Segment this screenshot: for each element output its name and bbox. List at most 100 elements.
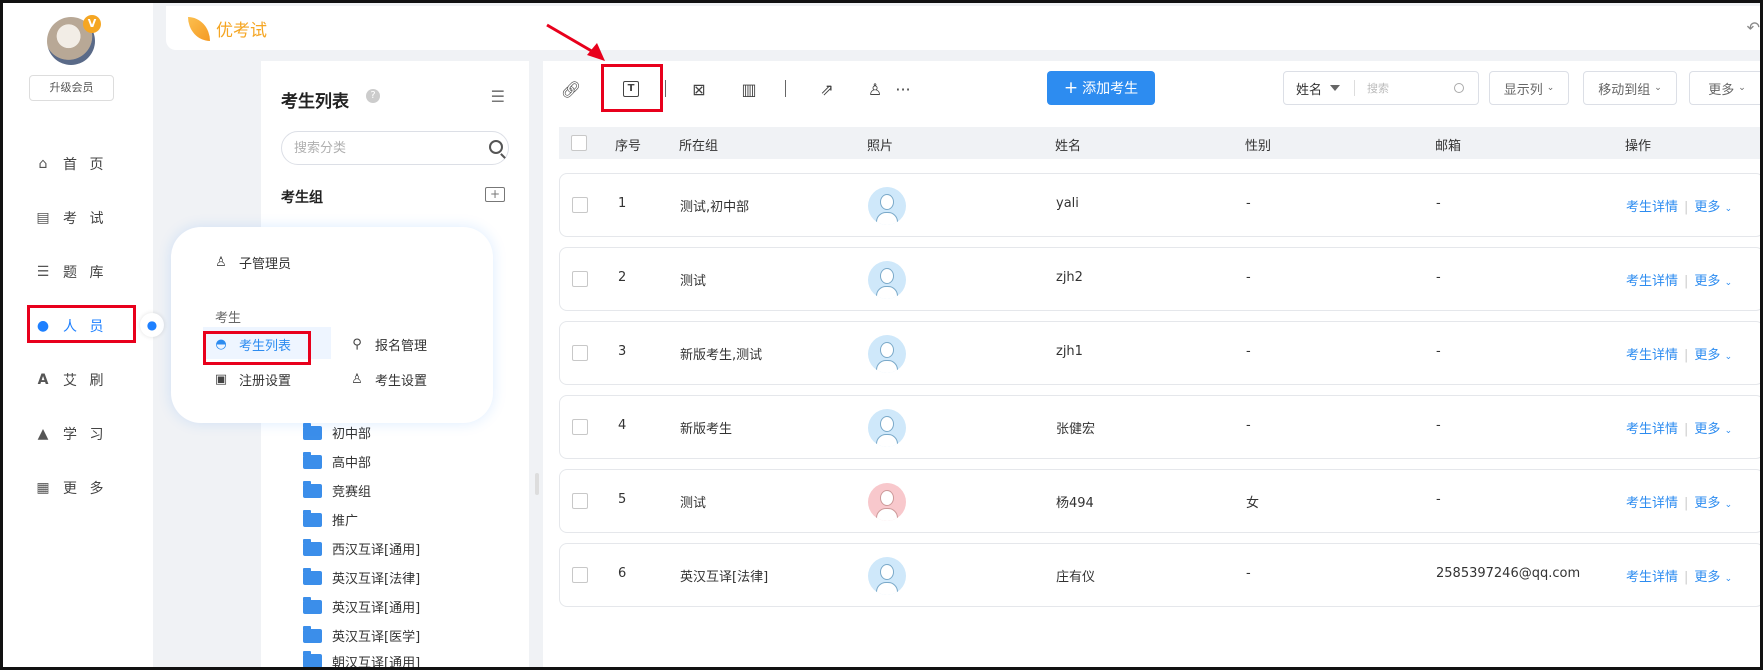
table-row: 5 测试 杨494 女 - 考生详情 | 更多 ⌄ bbox=[559, 469, 1760, 533]
folder-item[interactable]: 英汉互译[通用] bbox=[303, 592, 420, 621]
cell-name: 张健宏 bbox=[1056, 422, 1096, 437]
student-detail-link[interactable]: 考生详情 bbox=[1626, 422, 1678, 437]
bar-chart-icon[interactable]: ▥ bbox=[737, 77, 761, 101]
show-columns-dropdown[interactable]: 显示列 ⌄ bbox=[1489, 71, 1569, 105]
select-all-checkbox[interactable] bbox=[571, 135, 587, 151]
submenu-student-settings[interactable]: ♙ 考生设置 bbox=[349, 370, 427, 389]
submenu-registration-settings[interactable]: ▣ 注册设置 bbox=[213, 370, 291, 389]
student-detail-link[interactable]: 考生详情 bbox=[1626, 348, 1678, 363]
more-actions-link[interactable]: 更多 ⌄ bbox=[1694, 274, 1732, 289]
row-checkbox[interactable] bbox=[572, 271, 588, 287]
apps-icon: ▦ bbox=[36, 480, 50, 496]
submenu-label: 考生设置 bbox=[375, 374, 428, 389]
nav-item-question-bank[interactable]: ☰ 题 库 bbox=[35, 256, 145, 288]
help-icon[interactable]: ? bbox=[366, 89, 380, 103]
link-icon[interactable]: 🔗︎ bbox=[559, 77, 583, 101]
student-search-input[interactable] bbox=[1355, 75, 1445, 101]
folder-item[interactable]: 竞赛组 bbox=[303, 476, 420, 505]
folder-item[interactable]: 英汉互译[法律] bbox=[303, 563, 420, 592]
home-icon: ⌂ bbox=[38, 156, 48, 172]
cell-email: - bbox=[1436, 492, 1441, 507]
folder-item[interactable]: 西汉互译[通用] bbox=[303, 534, 420, 563]
student-photo-avatar bbox=[868, 557, 906, 595]
folder-label: 西汉互译[通用] bbox=[332, 543, 421, 558]
panel-splitter[interactable] bbox=[535, 473, 539, 495]
more-label: 更多 bbox=[1694, 348, 1721, 363]
search-box: 姓名 bbox=[1283, 71, 1479, 105]
cell-group: 新版考生 bbox=[680, 422, 733, 437]
search-icon[interactable] bbox=[489, 140, 503, 154]
chevron-down-icon: ⌄ bbox=[1724, 352, 1733, 362]
folder-icon bbox=[303, 567, 322, 585]
user-search-icon: ⚲ bbox=[352, 337, 362, 352]
folder-icon bbox=[303, 509, 322, 527]
search-icon[interactable] bbox=[1454, 83, 1464, 93]
export-icon[interactable]: ⇗ bbox=[815, 77, 839, 101]
chevron-down-icon: ⌄ bbox=[1654, 83, 1662, 93]
more-dots-icon[interactable]: ··· bbox=[891, 77, 915, 101]
chevron-down-icon: ⌄ bbox=[1724, 574, 1733, 584]
avatar-body bbox=[876, 360, 898, 373]
table-row: 4 新版考生 张健宏 - - 考生详情 | 更多 ⌄ bbox=[559, 395, 1760, 459]
more-dropdown[interactable]: 更多 ⌄ bbox=[1689, 71, 1760, 105]
row-checkbox[interactable] bbox=[572, 197, 588, 213]
nav-item-study[interactable]: ▲ 学 习 bbox=[35, 418, 145, 450]
cell-group: 测试 bbox=[680, 274, 707, 289]
table-row: 1 测试,初中部 yali - - 考生详情 | 更多 ⌄ bbox=[559, 173, 1760, 237]
folder-item[interactable]: 英汉互译[医学] bbox=[303, 621, 420, 650]
cell-email: - bbox=[1436, 418, 1441, 433]
avatar-body bbox=[876, 212, 898, 225]
avatar[interactable]: V bbox=[47, 15, 101, 65]
more-actions-link[interactable]: 更多 ⌄ bbox=[1694, 348, 1732, 363]
folder-icon bbox=[303, 651, 322, 667]
cell-group: 新版考生,测试 bbox=[680, 348, 763, 363]
search-field-select[interactable]: 姓名 bbox=[1284, 79, 1354, 98]
move-to-group-dropdown[interactable]: 移动到组 ⌄ bbox=[1583, 71, 1677, 105]
nav-item-more[interactable]: ▦ 更 多 bbox=[35, 472, 145, 504]
cell-index: 4 bbox=[618, 418, 627, 433]
submenu-label: 子管理员 bbox=[239, 257, 292, 272]
cell-index: 5 bbox=[618, 492, 627, 507]
chevron-down-icon: ⌄ bbox=[1724, 426, 1733, 436]
submenu-sub-admin[interactable]: ♙ 子管理员 bbox=[213, 253, 291, 272]
row-checkbox[interactable] bbox=[572, 567, 588, 583]
category-search-input[interactable] bbox=[281, 131, 509, 165]
nav-item-exam[interactable]: ▤ 考 试 bbox=[35, 202, 145, 234]
folder-item[interactable]: 推广 bbox=[303, 505, 420, 534]
submenu-registration-management[interactable]: ⚲ 报名管理 bbox=[349, 335, 427, 354]
add-folder-icon[interactable]: + bbox=[485, 187, 505, 202]
toolbar-separator bbox=[665, 80, 666, 97]
upgrade-member-button[interactable]: 升级会员 bbox=[29, 75, 114, 101]
folder-item[interactable]: 高中部 bbox=[303, 447, 420, 476]
folder-label: 竞赛组 bbox=[332, 485, 372, 500]
table-row: 2 测试 zjh2 - - 考生详情 | 更多 ⌄ bbox=[559, 247, 1760, 311]
cell-name: zjh2 bbox=[1056, 270, 1083, 285]
leaf-logo-icon bbox=[188, 16, 210, 41]
dropdown-label: 移动到组 bbox=[1598, 82, 1651, 98]
student-detail-link[interactable]: 考生详情 bbox=[1626, 570, 1678, 585]
more-actions-link[interactable]: 更多 ⌄ bbox=[1694, 496, 1732, 511]
add-student-button[interactable]: + 添加考生 bbox=[1047, 71, 1155, 105]
student-detail-link[interactable]: 考生详情 bbox=[1626, 274, 1678, 289]
menu-toggle-icon[interactable]: ☰ bbox=[491, 87, 505, 106]
student-photo-avatar bbox=[868, 261, 906, 299]
cell-actions: 考生详情 | 更多 ⌄ bbox=[1626, 344, 1732, 363]
folder-item[interactable]: 朝汉互译[通用] bbox=[303, 650, 420, 667]
undo-icon[interactable]: ↶ bbox=[1747, 18, 1760, 37]
row-checkbox[interactable] bbox=[572, 419, 588, 435]
more-actions-link[interactable]: 更多 ⌄ bbox=[1694, 422, 1732, 437]
user-list-icon[interactable]: ♙ bbox=[863, 77, 887, 101]
delete-form-icon[interactable]: ⊠ bbox=[687, 77, 711, 101]
student-detail-link[interactable]: 考生详情 bbox=[1626, 496, 1678, 511]
nav-item-brush[interactable]: A 艾 刷 bbox=[35, 364, 145, 396]
nav-item-home[interactable]: ⌂ 首 页 bbox=[35, 148, 145, 180]
student-detail-link[interactable]: 考生详情 bbox=[1626, 200, 1678, 215]
action-separator: | bbox=[1684, 570, 1689, 585]
more-actions-link[interactable]: 更多 ⌄ bbox=[1694, 570, 1732, 585]
more-actions-link[interactable]: 更多 ⌄ bbox=[1694, 200, 1732, 215]
row-checkbox[interactable] bbox=[572, 493, 588, 509]
form-settings-icon: ▣ bbox=[214, 372, 228, 387]
dropdown-label: 更多 bbox=[1708, 82, 1735, 98]
top-header: 优考试 ↶ bbox=[166, 6, 1760, 50]
row-checkbox[interactable] bbox=[572, 345, 588, 361]
